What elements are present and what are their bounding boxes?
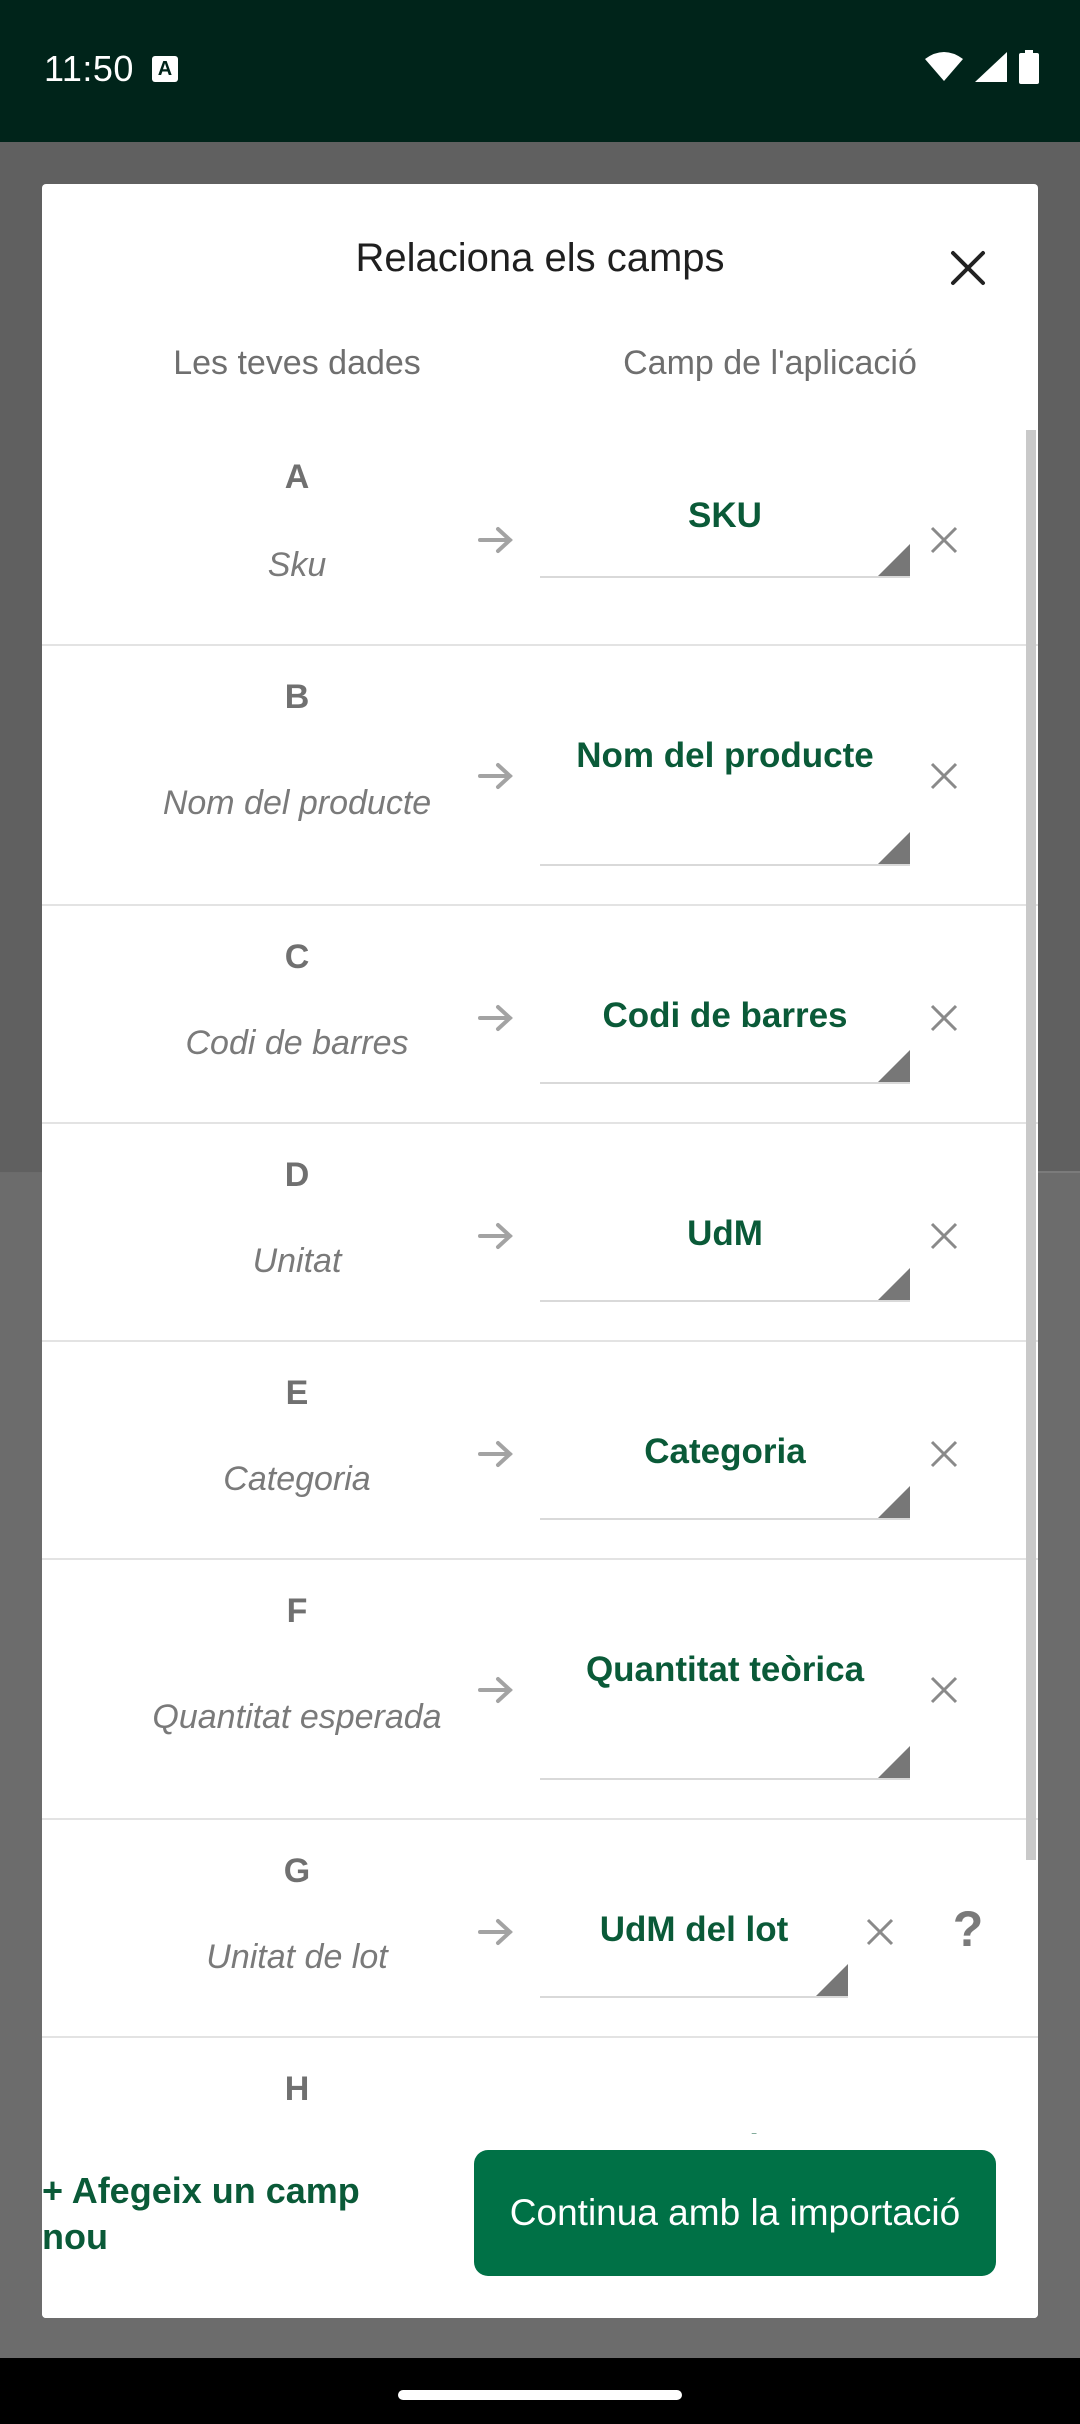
app-field-value: Codi de barres [602,996,848,1035]
source-column-name: Codi de barres [185,1024,409,1062]
status-time: 11:50 [44,48,134,89]
column-letter: C [284,938,310,976]
column-letter: B [284,678,310,716]
dropdown-corner-icon [878,832,910,864]
add-field-button[interactable]: + Afegeix un camp nou [42,2168,422,2260]
column-letter: H [284,2070,310,2108]
mapping-row: C Codi de barres Codi de barres [42,906,1038,1124]
remove-mapping-button[interactable] [920,516,968,564]
battery-icon [1019,50,1039,84]
column-letter: F [286,1592,308,1630]
app-field-value: Quantitat [540,2126,910,2134]
mapping-row: F Quantitat esperada Quantitat teòrica [42,1560,1038,1820]
app-field-select[interactable]: Nom del producte [540,698,910,866]
navigation-bar [0,2358,1080,2424]
source-column-name: Quantitat esperada [152,1698,442,1736]
app-field-select[interactable]: SKU [540,482,910,578]
source-column-name: Sku [267,546,327,584]
remove-mapping-button[interactable] [856,1908,904,1956]
app-field-select[interactable]: UdM [540,1176,910,1302]
dialog-title: Relaciona els camps [355,236,725,280]
close-icon [930,526,958,554]
close-icon [930,1004,958,1032]
close-icon [930,1676,958,1704]
column-letter: G [283,1852,311,1890]
arrow-right-icon [478,527,513,553]
arrow-right-icon [478,1919,513,1945]
continue-import-button[interactable]: Continua amb la importació [474,2150,996,2276]
app-field-value: Nom del producte [576,736,874,775]
mapping-row: B Nom del producte Nom del producte [42,646,1038,906]
dropdown-corner-icon [878,1050,910,1082]
app-field-select[interactable]: Codi de barres [540,958,910,1084]
app-field-value: Categoria [644,1432,806,1471]
remove-mapping-button[interactable] [920,1430,968,1478]
dropdown-corner-icon [816,1964,848,1996]
mapping-list[interactable]: A Sku SKU B Nom del producte Nom del pro… [42,430,1038,2134]
wifi-icon [925,52,963,81]
app-field-select[interactable]: Quantitat [540,2090,910,2134]
mapping-row: A Sku SKU [42,430,1038,646]
dropdown-corner-icon [878,1268,910,1300]
source-column-name: Nom del producte [162,784,432,822]
source-column-name: Categoria [223,1460,371,1498]
arrow-right-icon [478,1005,513,1031]
app-field-select[interactable]: Quantitat teòrica [540,1612,910,1780]
source-column-name: Unitat de lot [206,1938,388,1976]
close-icon [866,1918,894,1946]
arrow-right-icon [478,1441,513,1467]
close-icon [951,251,985,285]
app-field-value: SKU [688,496,762,535]
mapping-row: E Categoria Categoria [42,1342,1038,1560]
help-button[interactable]: ? [944,1900,992,1960]
dropdown-corner-icon [878,544,910,576]
home-gesture-handle[interactable] [398,2390,682,2400]
arrow-right-icon [478,1677,513,1703]
arrow-right-icon [478,763,513,789]
source-column-name: Unitat [252,1242,342,1280]
dropdown-corner-icon [878,1486,910,1518]
mapping-row: G Unitat de lot UdM del lot ? [42,1820,1038,2038]
column-header-app-field: Camp de l'aplicació [623,344,917,382]
column-letter: A [284,458,310,496]
scrollbar[interactable] [1026,430,1036,1860]
app-field-value: UdM [687,1214,763,1253]
column-header-your-data: Les teves dades [173,344,421,382]
remove-mapping-button[interactable] [920,1212,968,1260]
remove-mapping-button[interactable] [920,752,968,800]
close-icon [930,1440,958,1468]
app-field-select[interactable]: Categoria [540,1394,910,1520]
close-button[interactable] [936,236,1000,300]
remove-mapping-button[interactable] [920,994,968,1042]
remove-mapping-button[interactable] [920,1666,968,1714]
notification-badge-icon: A [152,56,178,82]
close-icon [930,1222,958,1250]
app-field-select[interactable]: UdM del lot [540,1872,848,1998]
dropdown-corner-icon [878,1746,910,1778]
mapping-row: D Unitat UdM [42,1124,1038,1342]
close-icon [930,762,958,790]
app-field-value: UdM del lot [599,1910,789,1949]
arrow-right-icon [478,1223,513,1249]
column-letter: D [284,1156,310,1194]
status-icons [924,50,1040,84]
app-field-value: Quantitat teòrica [585,1650,865,1689]
column-letter: E [285,1374,309,1412]
signal-icon [975,52,1007,82]
status-bar: 11:50 A [0,0,1080,142]
mapping-row: H Quantitat [42,2038,1038,2134]
field-mapping-dialog: Relaciona els camps Les teves dades Camp… [42,184,1038,2318]
